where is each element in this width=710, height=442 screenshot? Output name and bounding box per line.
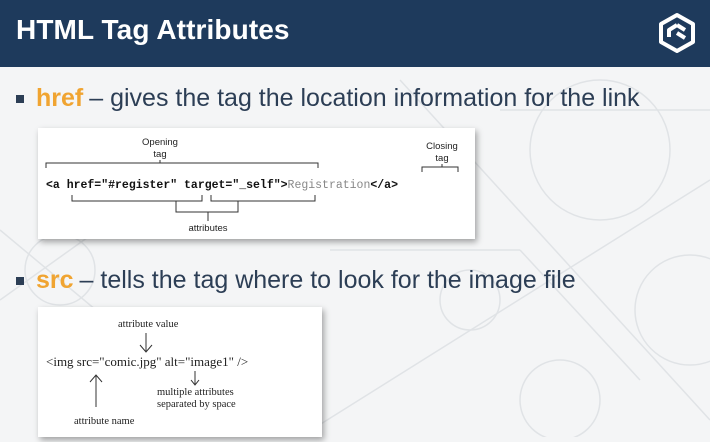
label-closing-tag: tag <box>435 153 448 164</box>
code-link-text: Registration <box>288 179 371 192</box>
attributes-joint-bracket <box>175 201 239 213</box>
href-code-line: <a href="#register" target="_self">Regis… <box>46 179 398 192</box>
bullet-marker <box>16 94 24 103</box>
label-closing: Closing <box>426 141 458 152</box>
bullet-text-href: – gives the tag the location information… <box>89 84 640 112</box>
bullet-href: href – gives the tag the location inform… <box>16 84 640 113</box>
src-code-line: <img src="comic.jpg" alt="image1" /> <box>46 354 248 369</box>
bullet-keyword-href: href <box>36 84 84 112</box>
slide-header: HTML Tag Attributes <box>0 0 710 67</box>
label-multiple-attributes: multiple attributes <box>157 387 234 398</box>
label-opening: Opening <box>142 137 178 148</box>
label-attribute-name: attribute name <box>74 416 135 427</box>
code-open-tag: <a href="#register" target="_self"> <box>46 179 288 192</box>
attribute-bracket-href <box>71 195 203 202</box>
code-close-tag: </a> <box>370 179 398 192</box>
href-diagram-card: Opening tag Closing tag attributes <a hr… <box>38 128 475 239</box>
src-diagram: attribute value <img src="comic.jpg" alt… <box>46 319 248 427</box>
hexagon-brand-logo-icon <box>659 13 695 53</box>
attribute-bracket-target <box>210 195 316 202</box>
bullet-text-src: – tells the tag where to look for the im… <box>79 266 576 294</box>
src-diagram-card: attribute value <img src="comic.jpg" alt… <box>38 307 322 437</box>
bullet-keyword-src: src <box>36 266 74 294</box>
slide-title: HTML Tag Attributes <box>16 14 290 45</box>
bullet-marker <box>16 276 24 285</box>
href-diagram: Opening tag Closing tag attributes <a hr… <box>45 137 459 234</box>
bullet-src: src – tells the tag where to look for th… <box>16 266 576 295</box>
label-separated-by-space: separated by space <box>157 399 236 410</box>
opening-tag-bracket <box>45 162 319 168</box>
label-attribute-value: attribute value <box>118 319 179 330</box>
label-attributes: attributes <box>188 223 227 234</box>
closing-tag-bracket <box>421 166 459 172</box>
label-opening-tag: tag <box>153 149 166 160</box>
